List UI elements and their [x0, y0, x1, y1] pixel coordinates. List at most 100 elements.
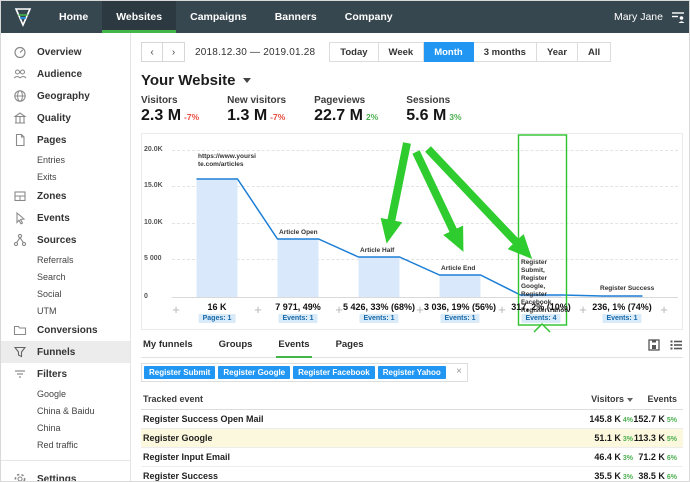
step-badge[interactable]: Events: 1: [440, 314, 479, 323]
sidebar-item-audience[interactable]: Audience: [1, 63, 130, 85]
add-step-button[interactable]: +: [252, 304, 264, 316]
sidebar-item-zones[interactable]: Zones: [1, 185, 130, 207]
tab-my-funnels[interactable]: My funnels: [141, 339, 195, 357]
tab-groups[interactable]: Groups: [217, 339, 255, 357]
sidebar-item-search[interactable]: Search: [1, 268, 130, 285]
add-step-button[interactable]: +: [333, 304, 345, 316]
table-row[interactable]: Register Success 35.5 K3% 38.5 K6%: [141, 467, 683, 482]
sidebar-item-red-traffic[interactable]: Red traffic: [1, 436, 130, 453]
prev-date-button[interactable]: ‹: [141, 42, 163, 62]
sidebar-item-entries[interactable]: Entries: [1, 151, 130, 168]
sidebar-item-china[interactable]: China: [1, 419, 130, 436]
nav-item-home[interactable]: Home: [45, 1, 102, 33]
add-step-button[interactable]: +: [170, 304, 182, 316]
funnel-bar-3[interactable]: [359, 257, 400, 297]
filter-chip[interactable]: Register Facebook: [293, 366, 375, 379]
add-step-button[interactable]: +: [414, 304, 426, 316]
metric-sessions: Sessions 5.6 M3%: [406, 95, 461, 125]
building-icon: [13, 111, 27, 125]
period-3months[interactable]: 3 months: [474, 42, 537, 62]
table-row[interactable]: Register Input Email 46.4 K3% 71.2 K6%: [141, 448, 683, 467]
sidebar-item-referrals[interactable]: Referrals: [1, 251, 130, 268]
period-year[interactable]: Year: [537, 42, 578, 62]
sidebar-item-events[interactable]: Events: [1, 207, 130, 229]
column-tracked-event[interactable]: Tracked event: [141, 394, 503, 404]
save-icon[interactable]: [648, 339, 660, 351]
annotation-arrow-2: [416, 152, 454, 232]
next-date-button[interactable]: ›: [163, 42, 185, 62]
sidebar-item-social[interactable]: Social: [1, 285, 130, 302]
step-badge[interactable]: Pages: 1: [199, 314, 236, 323]
metric-value: 2.3 M: [141, 107, 181, 124]
user-menu[interactable]: Mary Jane: [614, 1, 690, 33]
filter-chip[interactable]: Register Submit: [144, 366, 215, 379]
step-badge[interactable]: Events: 1: [278, 314, 317, 323]
metrics-row: Visitors 2.3 M-7% New visitors 1.3 M-7% …: [141, 95, 683, 125]
metric-pageviews: Pageviews 22.7 M2%: [314, 95, 378, 125]
sidebar-label: Funnels: [37, 347, 75, 358]
tab-pages[interactable]: Pages: [334, 339, 366, 357]
gear-icon: [13, 472, 27, 482]
period-all[interactable]: All: [578, 42, 611, 62]
funnel-bar-4[interactable]: [440, 275, 481, 297]
sidebar-label: Quality: [37, 113, 71, 124]
filter-chip[interactable]: Register Yahoo: [378, 366, 446, 379]
main-content: ‹ › 2018.12.30 — 2019.01.28 Today Week M…: [131, 33, 690, 482]
table-row[interactable]: Register Google 51.1 K3% 113.3 K5%: [141, 429, 683, 448]
period-month[interactable]: Month: [424, 42, 474, 62]
step-value: 5 426, 33% (68%): [340, 302, 418, 312]
date-range[interactable]: 2018.12.30 — 2019.01.28: [195, 47, 315, 58]
sidebar-item-filters[interactable]: Filters: [1, 363, 130, 385]
cursor-icon: [13, 211, 27, 225]
period-buttons: Today Week Month 3 months Year All: [329, 42, 611, 62]
add-step-button[interactable]: +: [496, 304, 508, 316]
table-row[interactable]: Register Success Open Mail 145.8 K4% 152…: [141, 410, 683, 429]
visitors-delta: 3%: [623, 455, 633, 462]
column-events[interactable]: Events: [633, 394, 677, 404]
clear-filter-icon[interactable]: ×: [456, 366, 462, 377]
sidebar-item-pages[interactable]: Pages: [1, 129, 130, 151]
sidebar-label: Geography: [37, 91, 90, 102]
sidebar-item-geography[interactable]: Geography: [1, 85, 130, 107]
funnel-bar-1[interactable]: [197, 179, 238, 297]
column-visitors[interactable]: Visitors: [503, 394, 633, 404]
event-filter-input[interactable]: Register Submit Register Google Register…: [141, 363, 468, 382]
sidebar-item-overview[interactable]: Overview: [1, 41, 130, 63]
metric-value: 22.7 M: [314, 107, 363, 124]
funnel-bar-2[interactable]: [278, 239, 319, 297]
period-week[interactable]: Week: [379, 42, 425, 62]
add-step-button[interactable]: +: [577, 304, 589, 316]
step-badge[interactable]: Events: 1: [602, 314, 641, 323]
list-view-icon[interactable]: [670, 339, 683, 351]
nav-item-websites[interactable]: Websites: [102, 1, 176, 33]
events-value: 113.3 K: [634, 433, 665, 443]
filter-chip[interactable]: Register Google: [218, 366, 290, 379]
sidebar-item-exits[interactable]: Exits: [1, 168, 130, 185]
sidebar-item-quality[interactable]: Quality: [1, 107, 130, 129]
sidebar-item-google[interactable]: Google: [1, 385, 130, 402]
user-name: Mary Jane: [614, 11, 663, 23]
nav-item-banners[interactable]: Banners: [261, 1, 331, 33]
event-name: Register Success: [141, 471, 503, 481]
period-today[interactable]: Today: [329, 42, 378, 62]
top-navbar: Home Websites Campaigns Banners Company …: [1, 1, 690, 33]
sidebar-item-utm[interactable]: UTM: [1, 302, 130, 319]
sidebar-item-conversions[interactable]: Conversions: [1, 319, 130, 341]
sidebar-item-china-baidu[interactable]: China & Baidu: [1, 402, 130, 419]
annotation-arrow-1: [391, 143, 407, 222]
sidebar-item-sources[interactable]: Sources: [1, 229, 130, 251]
nav-item-campaigns[interactable]: Campaigns: [176, 1, 261, 33]
sidebar-label: Settings: [37, 474, 76, 482]
step-badge[interactable]: Events: 1: [359, 314, 398, 323]
tab-events[interactable]: Events: [276, 339, 311, 357]
nav-item-company[interactable]: Company: [331, 1, 407, 33]
event-name: Register Success Open Mail: [141, 414, 503, 424]
step-value: 7 971, 49%: [259, 302, 337, 312]
event-name: Register Google: [141, 433, 503, 443]
sidebar-item-funnels[interactable]: Funnels: [1, 341, 130, 363]
step-badge[interactable]: Events: 4: [521, 314, 560, 323]
brand-logo[interactable]: [1, 1, 45, 33]
add-step-button[interactable]: +: [658, 304, 670, 316]
website-selector[interactable]: Your Website: [141, 72, 683, 89]
sidebar-item-settings[interactable]: Settings: [1, 468, 130, 482]
